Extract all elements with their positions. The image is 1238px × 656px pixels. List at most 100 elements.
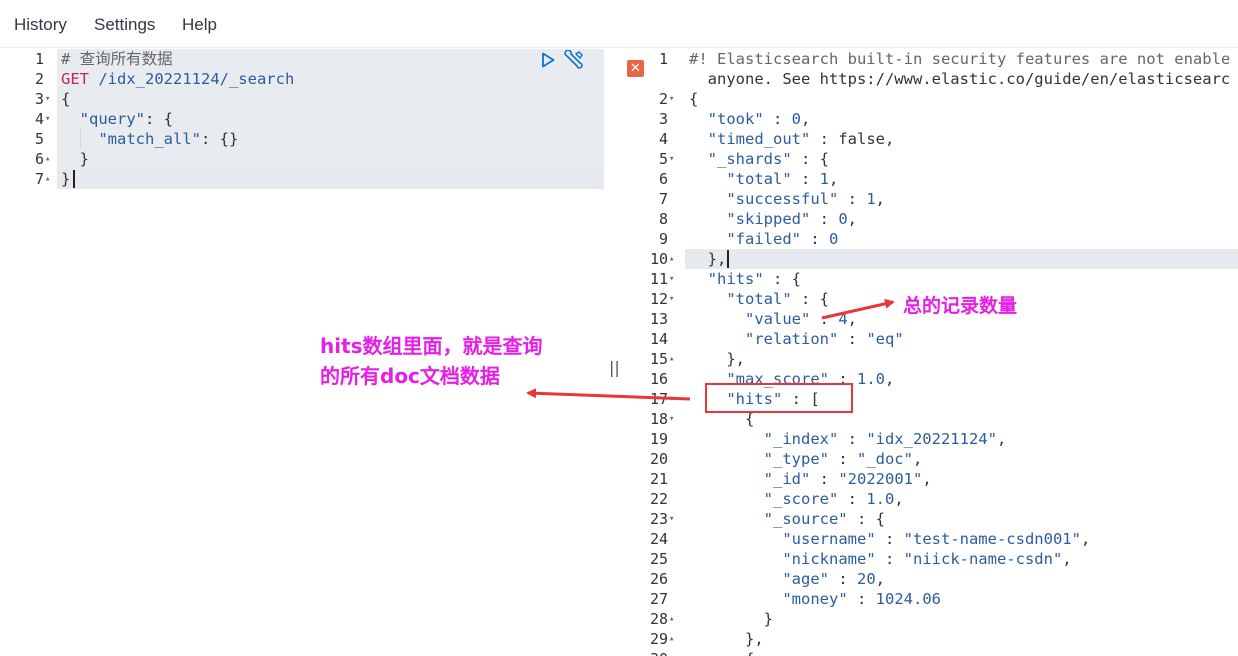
pane-divider[interactable] xyxy=(604,49,622,656)
code-line[interactable]: 6 ▴ } xyxy=(4,149,604,169)
code-text: "took" : 0, xyxy=(707,110,811,128)
text-cursor xyxy=(727,250,729,268)
fold-close-icon[interactable]: ▴ xyxy=(45,169,50,189)
line-number: 10 xyxy=(649,250,668,268)
line-number: 30 xyxy=(622,649,668,656)
fold-close-icon[interactable]: ▴ xyxy=(669,249,674,269)
code-line: 6 "total" : 1, xyxy=(622,169,1238,189)
fold-open-icon[interactable]: ▾ xyxy=(45,109,50,129)
fold-close-icon[interactable]: ▴ xyxy=(669,349,674,369)
line-number: 6 xyxy=(34,150,44,168)
fold-open-icon[interactable]: ▾ xyxy=(669,269,674,289)
resize-handle[interactable]: || xyxy=(609,358,620,377)
code-line[interactable]: 4 ▾ "query": { xyxy=(4,109,604,129)
code-line[interactable]: 3 ▾ { xyxy=(4,89,604,109)
code-text: { xyxy=(689,649,754,656)
line-number: 28 xyxy=(649,610,668,628)
fold-open-icon[interactable]: ▾ xyxy=(669,509,674,529)
code-line: 27 "money" : 1024.06 xyxy=(622,589,1238,609)
fold-open-icon[interactable]: ▾ xyxy=(669,289,674,309)
top-menu-bar: History Settings Help xyxy=(0,0,1238,48)
code-text: "relation" : "eq" xyxy=(745,330,904,348)
line-number: 6 xyxy=(658,170,668,188)
code-line: 7 "successful" : 1, xyxy=(622,189,1238,209)
line-number: 2 xyxy=(34,70,44,88)
code-line: 24 "username" : "test-name-csdn001", xyxy=(622,529,1238,549)
code-text: "username" : "test-name-csdn001", xyxy=(782,530,1091,548)
hits-highlight-box xyxy=(705,383,853,413)
line-number: 15 xyxy=(649,350,668,368)
code-text: "total" : 1, xyxy=(726,170,839,188)
code-line: 29 ▴ }, xyxy=(622,629,1238,649)
code-text: # 查询所有数据 xyxy=(61,50,173,68)
fold-close-icon[interactable]: ▴ xyxy=(669,609,674,629)
menu-settings[interactable]: Settings xyxy=(94,15,155,35)
code-text: { xyxy=(61,90,71,108)
line-number: 25 xyxy=(649,550,668,568)
line-number: 2 xyxy=(658,90,668,108)
fold-close-icon[interactable]: ▴ xyxy=(669,629,674,649)
menu-history[interactable]: History xyxy=(14,15,67,35)
fold-close-icon[interactable]: ▴ xyxy=(45,149,50,169)
fold-open-icon[interactable]: ▾ xyxy=(669,409,674,429)
line-number: 27 xyxy=(649,590,668,608)
fold-open-icon[interactable]: ▾ xyxy=(669,89,674,109)
code-line[interactable]: 1 # 查询所有数据 xyxy=(4,49,604,69)
code-line: 10 ▴ }, xyxy=(622,249,1238,269)
code-text: #! Elasticsearch built-in security featu… xyxy=(689,50,1231,68)
total-count-annotation: 总的记录数量 xyxy=(903,295,1018,317)
text-cursor xyxy=(73,170,75,188)
code-line: 9 "failed" : 0 xyxy=(622,229,1238,249)
line-number: 19 xyxy=(649,430,668,448)
code-line: 4 "timed_out" : false, xyxy=(622,129,1238,149)
response-viewer: 1 #! Elasticsearch built-in security feat… xyxy=(622,49,1238,656)
code-text: "nickname" : "niick-name-csdn", xyxy=(782,550,1072,568)
line-number: 12 xyxy=(649,290,668,308)
code-line: 3 "took" : 0, xyxy=(622,109,1238,129)
warning-close-icon[interactable]: ✕ xyxy=(627,60,644,77)
line-number: 17 xyxy=(649,390,668,408)
line-number: 18 xyxy=(649,410,668,428)
wrench-icon[interactable] xyxy=(563,49,585,72)
code-text: "value" : 4, xyxy=(745,310,858,328)
send-request-icon[interactable] xyxy=(540,52,556,68)
code-text: "skipped" : 0, xyxy=(726,210,858,228)
line-number: 3 xyxy=(658,110,668,128)
code-text: }, xyxy=(689,350,745,368)
line-number: 7 xyxy=(658,190,668,208)
menu-help[interactable]: Help xyxy=(182,15,217,35)
code-text: "query": { xyxy=(79,110,173,128)
code-line: anyone. See https://www.elastic.co/guide… xyxy=(622,69,1238,89)
code-text: GET /idx_20221124/_search xyxy=(61,70,295,88)
code-text: } xyxy=(61,170,71,188)
code-line: 21 "_id" : "2022001", xyxy=(622,469,1238,489)
line-number: 14 xyxy=(649,330,668,348)
line-number: 8 xyxy=(658,210,668,228)
code-text: "_shards" : { xyxy=(707,150,829,168)
line-number: 20 xyxy=(649,450,668,468)
line-number: 4 xyxy=(658,130,668,148)
fold-open-icon[interactable]: ▾ xyxy=(45,89,50,109)
code-line[interactable]: 7 ▴} xyxy=(4,169,604,189)
line-number: 11 xyxy=(649,270,668,288)
code-line: 15 ▴ }, xyxy=(622,349,1238,369)
line-number: 5 xyxy=(34,130,44,148)
fold-open-icon[interactable]: ▾ xyxy=(669,149,674,169)
line-number: 9 xyxy=(658,230,668,248)
code-line[interactable]: 5 "match_all": {} xyxy=(4,129,604,149)
fold-open-icon[interactable]: ▾ xyxy=(669,389,674,409)
line-number: 5 xyxy=(658,150,668,168)
code-text: "_index" : "idx_20221124", xyxy=(763,430,1007,448)
code-text: } xyxy=(689,610,773,628)
code-text: { xyxy=(689,90,699,108)
code-line[interactable]: 2 GET /idx_20221124/_search xyxy=(4,69,604,89)
line-number: 13 xyxy=(649,310,668,328)
line-number: 22 xyxy=(649,490,668,508)
code-text: "successful" : 1, xyxy=(726,190,885,208)
line-number: 23 xyxy=(649,510,668,528)
code-text: "_score" : 1.0, xyxy=(763,490,904,508)
code-line: 1 #! Elasticsearch built-in security feat… xyxy=(622,49,1238,69)
code-text: "_type" : "_doc", xyxy=(763,450,923,468)
code-line: 8 "skipped" : 0, xyxy=(622,209,1238,229)
hits-annotation-line1: hits数组里面，就是查询 xyxy=(320,334,543,358)
